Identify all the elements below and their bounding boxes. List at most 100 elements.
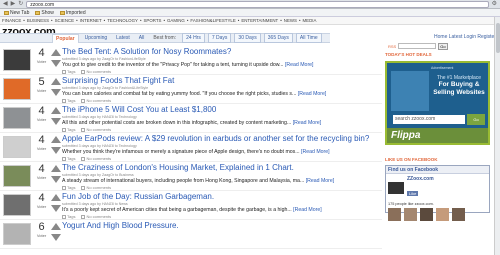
scrollbar[interactable] [494, 17, 500, 255]
avatar[interactable] [452, 208, 465, 221]
category-link[interactable]: TECHNOLOGY [107, 18, 138, 23]
account-links[interactable]: Home Latest Login Register [434, 34, 496, 40]
tag-icon [62, 69, 66, 74]
downvote-arrow-icon[interactable] [51, 147, 61, 154]
tab-30-days[interactable]: 30 Days [234, 33, 261, 43]
url-field[interactable]: zzoox.com [26, 0, 489, 8]
forward-icon[interactable]: ▶ [11, 0, 16, 8]
back-icon[interactable]: ◀ [3, 0, 8, 8]
downvote-arrow-icon[interactable] [51, 118, 61, 125]
ad-search-field[interactable]: search zzoox.com [393, 115, 465, 124]
tags-link[interactable]: Tags [62, 69, 75, 74]
story-title[interactable]: Apple EarPods review: A $29 revolution i… [62, 134, 382, 144]
category-link[interactable]: FINANCE [2, 18, 21, 23]
bookmark-show[interactable]: Show [35, 10, 54, 16]
story-item: 4 Voter Fun Job of the Day: Russian Garbag… [0, 191, 382, 220]
downvote-arrow-icon[interactable] [51, 205, 61, 212]
read-more-link[interactable]: [Read More] [298, 91, 327, 97]
read-more-link[interactable]: [Read More] [293, 120, 322, 126]
read-more-link[interactable]: [Read More] [293, 207, 322, 213]
upvote-arrow-icon[interactable] [51, 107, 61, 114]
read-more-link[interactable]: [Read More] [306, 178, 335, 184]
story-thumbnail[interactable] [3, 194, 31, 216]
downvote-arrow-icon[interactable] [51, 89, 61, 96]
search-button[interactable]: Go [438, 42, 448, 50]
tags-link[interactable]: Tags [62, 214, 75, 219]
read-more-link[interactable]: [Read More] [301, 149, 330, 155]
story-thumbnail[interactable] [3, 49, 31, 71]
comments-link[interactable]: No comments [81, 156, 111, 161]
tags-link[interactable]: Tags [62, 98, 75, 103]
story-title[interactable]: Surprising Foods That Fight Fat [62, 76, 382, 86]
read-more-link[interactable]: [Read More] [285, 62, 314, 68]
downvote-arrow-icon[interactable] [51, 60, 61, 67]
tags-link[interactable]: Tags [62, 127, 75, 132]
story-footer: Tags No comments [62, 214, 382, 219]
scrollbar-thumb[interactable] [496, 23, 500, 53]
like-button[interactable]: Like [407, 191, 419, 196]
story-thumbnail[interactable] [3, 165, 31, 187]
comments-link[interactable]: No comments [81, 185, 111, 190]
category-link[interactable]: FASHION&LIFESTYLE [190, 18, 235, 23]
comments-link[interactable]: No comments [81, 127, 111, 132]
story-thumbnail[interactable] [3, 107, 31, 129]
tags-link[interactable]: Tags [62, 185, 75, 190]
story-title[interactable]: Yogurt And High Blood Pressure. [62, 221, 382, 231]
downvote-arrow-icon[interactable] [51, 234, 61, 241]
category-link[interactable]: ENTERTAINMENT [241, 18, 278, 23]
avatar[interactable] [420, 208, 433, 221]
tags-link[interactable]: Tags [62, 156, 75, 161]
tag-icon [62, 185, 66, 190]
upvote-arrow-icon[interactable] [51, 136, 61, 143]
vote-count: 4 Voter [33, 191, 50, 219]
story-title[interactable]: The iPhone 5 Will Cost You at Least $1,8… [62, 105, 382, 115]
upvote-arrow-icon[interactable] [51, 49, 61, 56]
upvote-arrow-icon[interactable] [51, 165, 61, 172]
upvote-arrow-icon[interactable] [51, 194, 61, 201]
upvote-arrow-icon[interactable] [51, 223, 61, 230]
comments-link[interactable]: No comments [81, 98, 111, 103]
avatar[interactable] [388, 208, 401, 221]
ad-photo [391, 71, 429, 111]
facebook-page-name[interactable]: ZZoox.com [407, 176, 434, 182]
bookmark-imported[interactable]: Imported [59, 10, 86, 16]
tab-all-time[interactable]: All Time [295, 33, 322, 43]
tab-upcoming[interactable]: Upcoming [82, 34, 111, 42]
ad-go-button[interactable]: Go [467, 114, 485, 125]
tab-latest[interactable]: Latest [113, 34, 133, 42]
tab-24-hrs[interactable]: 24 Hrs [182, 33, 205, 43]
best-from-label: Best from: [153, 35, 177, 41]
story-title[interactable]: The Bed Tent: A Solution for Nosy Roomma… [62, 47, 382, 57]
story-thumbnail[interactable] [3, 136, 31, 158]
category-link[interactable]: NEWS [284, 18, 297, 23]
tab-7-days[interactable]: 7 Days [207, 33, 232, 43]
story-title[interactable]: The Craziness of London's Housing Market… [62, 163, 382, 173]
tag-icon [62, 127, 66, 132]
comments-link[interactable]: No comments [81, 214, 111, 219]
comments-link[interactable]: No comments [81, 69, 111, 74]
flippa-ad[interactable]: Advertisement The #1 Marketplace For Buy… [385, 61, 490, 145]
category-link[interactable]: GAMING [167, 18, 185, 23]
search-input[interactable] [398, 43, 437, 49]
avatar[interactable] [404, 208, 417, 221]
category-link[interactable]: SPORTS [143, 18, 161, 23]
avatar[interactable] [436, 208, 449, 221]
tab-popular[interactable]: Popular [52, 33, 79, 43]
upvote-arrow-icon[interactable] [51, 78, 61, 85]
story-thumbnail[interactable] [3, 78, 31, 100]
reload-icon[interactable]: ↻ [18, 0, 23, 8]
downvote-arrow-icon[interactable] [51, 176, 61, 183]
category-link[interactable]: INTERNET [80, 18, 102, 23]
page-icon [4, 10, 9, 15]
category-link[interactable]: SCIENCE [55, 18, 75, 23]
bookmark-new-tab[interactable]: New Tab [4, 10, 29, 16]
tab-365-days[interactable]: 365 Days [263, 33, 293, 43]
tab-all[interactable]: All [136, 34, 148, 42]
rss-icon[interactable]: RSS [388, 44, 396, 49]
wrench-icon[interactable]: ⚙ [492, 0, 497, 8]
category-link[interactable]: MEDIA [303, 18, 317, 23]
category-link[interactable]: BUSINESS [27, 18, 49, 23]
bookmarks-bar: New Tab Show Imported [0, 9, 500, 17]
story-thumbnail[interactable] [3, 223, 31, 245]
story-title[interactable]: Fun Job of the Day: Russian Garbageman. [62, 192, 382, 202]
